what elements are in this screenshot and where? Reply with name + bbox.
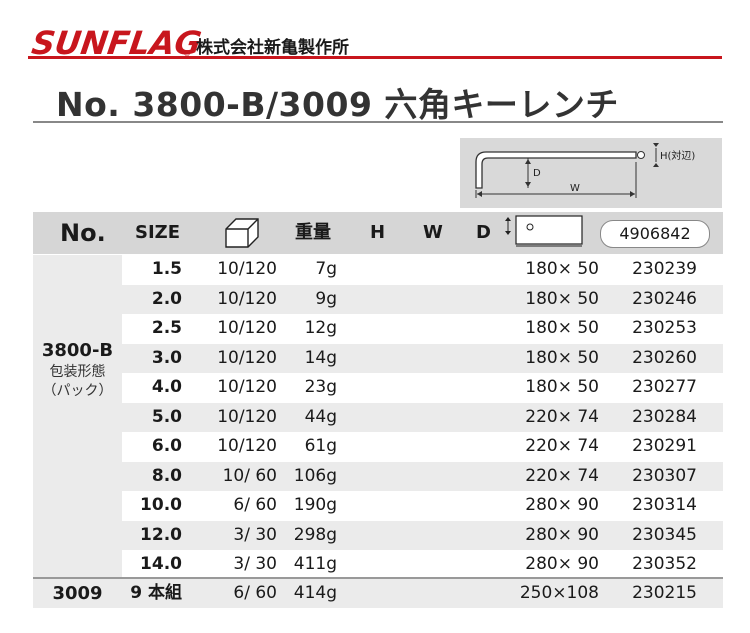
cell-dimensions: 220× 74 xyxy=(525,436,599,456)
table-row: 4.0 10/120 23g 180× 50 230277 xyxy=(122,373,723,402)
hex-end-icon xyxy=(637,151,645,159)
cell-dimensions: 220× 74 xyxy=(525,406,599,427)
cell-size: 3.0 xyxy=(151,347,182,368)
cell-jan-code: 230291 xyxy=(632,436,697,456)
cell-weight: 9g xyxy=(315,288,337,309)
table-row: 14.0 3/ 30 411g 280× 90 230352 xyxy=(122,550,723,579)
hex-key-diagram: H(対辺) D W xyxy=(460,138,722,208)
table-row: 2.5 10/120 12g 180× 50 230253 xyxy=(122,314,723,343)
cell-size: 4.0 xyxy=(151,377,182,397)
header-h: H xyxy=(370,222,386,243)
cell-dimensions: 180× 50 xyxy=(525,318,599,338)
cell-dimensions: 180× 50 xyxy=(525,377,599,397)
cell-jan-code: 230345 xyxy=(632,524,697,545)
table-row: 8.0 10/ 60 106g 220× 74 230307 xyxy=(122,461,723,491)
table-row: 3.0 10/120 14g 180× 50 230260 xyxy=(122,343,723,373)
cell-weight: 23g xyxy=(304,377,337,397)
cell-weight: 106g xyxy=(293,465,337,486)
cell-pack-qty: 10/120 xyxy=(217,406,277,427)
cell-weight: 298g xyxy=(293,524,337,545)
cell-pack-qty: 10/120 xyxy=(217,377,277,397)
cell-jan-code: 230284 xyxy=(632,406,697,427)
cell-pack-qty: 3/ 30 xyxy=(233,554,277,574)
header-w: W xyxy=(423,222,443,243)
cell-size: 1.5 xyxy=(151,259,182,279)
cell-weight: 61g xyxy=(304,436,337,456)
model-group-3800b xyxy=(33,255,122,577)
cell-jan-code: 230314 xyxy=(632,495,697,515)
cell-jan-code: 230253 xyxy=(632,318,697,338)
table-row: 1.5 10/120 7g 180× 50 230239 xyxy=(122,255,723,284)
title-divider xyxy=(33,121,723,123)
cell-jan-code: 230307 xyxy=(632,465,697,486)
cell-dimensions: 180× 50 xyxy=(525,259,599,279)
cell-pack-qty: 10/120 xyxy=(217,288,277,309)
cell-dimensions: 280× 90 xyxy=(525,554,599,574)
cell-jan-code: 230239 xyxy=(632,259,697,279)
w-label: W xyxy=(570,183,580,194)
page-title: No. 3800-B/3009 六角キーレンチ xyxy=(56,85,619,124)
cell-weight: 44g xyxy=(304,406,337,427)
cell-pack-qty: 3/ 30 xyxy=(233,524,277,545)
d-label: D xyxy=(533,168,541,179)
cell-dimensions: 180× 50 xyxy=(525,288,599,309)
table-row: 12.0 3/ 30 298g 280× 90 230345 xyxy=(122,520,723,550)
cell-pack-qty: 6/ 60 xyxy=(233,495,277,515)
cell-pack-qty: 10/120 xyxy=(217,436,277,456)
cell-pack-qty: 10/120 xyxy=(217,259,277,279)
cell-size: 14.0 xyxy=(140,554,182,574)
cell-size: 6.0 xyxy=(151,436,182,456)
table-row: 2.0 10/120 9g 180× 50 230246 xyxy=(122,284,723,314)
header-size: SIZE xyxy=(135,222,181,243)
cell-jan-code: 230277 xyxy=(632,377,697,397)
cell-size: 5.0 xyxy=(151,406,182,427)
cell-size: 8.0 xyxy=(151,465,182,486)
header-weight: 重量 xyxy=(295,222,331,243)
cell-dimensions: 280× 90 xyxy=(525,495,599,515)
barcode-prefix: 4906842 xyxy=(600,220,710,248)
cell-size: 12.0 xyxy=(140,524,182,545)
cell-jan-code: 230260 xyxy=(632,347,697,368)
table-row: 10.0 6/ 60 190g 280× 90 230314 xyxy=(122,491,723,520)
cell-weight: 12g xyxy=(304,318,337,338)
diagram-background xyxy=(460,138,722,208)
cell-weight: 190g xyxy=(293,495,337,515)
cell-pack-qty: 10/120 xyxy=(217,318,277,338)
cell-weight: 14g xyxy=(304,347,337,368)
model-3800b: 3800-B xyxy=(41,340,114,361)
cell-dimensions: 250×108 xyxy=(519,583,599,603)
cell-pack-qty: 6/ 60 xyxy=(233,583,277,603)
table-row: 5.0 10/120 44g 220× 74 230284 xyxy=(122,402,723,432)
cell-weight: 411g xyxy=(293,554,337,574)
group-separator xyxy=(33,577,723,579)
cell-size: 10.0 xyxy=(140,495,182,515)
h-label: H(対辺) xyxy=(660,149,695,162)
cell-dimensions: 180× 50 xyxy=(525,347,599,368)
model-3009: 3009 xyxy=(52,583,103,604)
cell-size: 2.0 xyxy=(151,288,182,309)
cell-jan-code: 230215 xyxy=(632,583,697,603)
cell-jan-code: 230246 xyxy=(632,288,697,309)
packaging-type: （パック） xyxy=(42,383,113,399)
cell-weight: 414g xyxy=(293,583,337,603)
package-box-icon xyxy=(225,218,259,248)
company-name: 株式会社新亀製作所 xyxy=(196,38,349,58)
cell-dimensions: 220× 74 xyxy=(525,465,599,486)
cell-size: 2.5 xyxy=(151,318,182,338)
package-card-icon xyxy=(505,215,583,247)
cell-size: 9 本組 xyxy=(130,583,182,603)
packaging-label: 包装形態 xyxy=(49,364,106,380)
cell-jan-code: 230352 xyxy=(632,554,697,574)
cell-pack-qty: 10/120 xyxy=(217,347,277,368)
cell-weight: 7g xyxy=(315,259,337,279)
header-d: D xyxy=(476,222,491,243)
header-divider xyxy=(28,56,722,59)
cell-dimensions: 280× 90 xyxy=(525,524,599,545)
table-row: 6.0 10/120 61g 220× 74 230291 xyxy=(122,432,723,461)
table-row: 9 本組 6/ 60 414g 250×108 230215 xyxy=(122,579,723,608)
cell-pack-qty: 10/ 60 xyxy=(222,465,277,486)
header-no: No. xyxy=(60,219,106,247)
